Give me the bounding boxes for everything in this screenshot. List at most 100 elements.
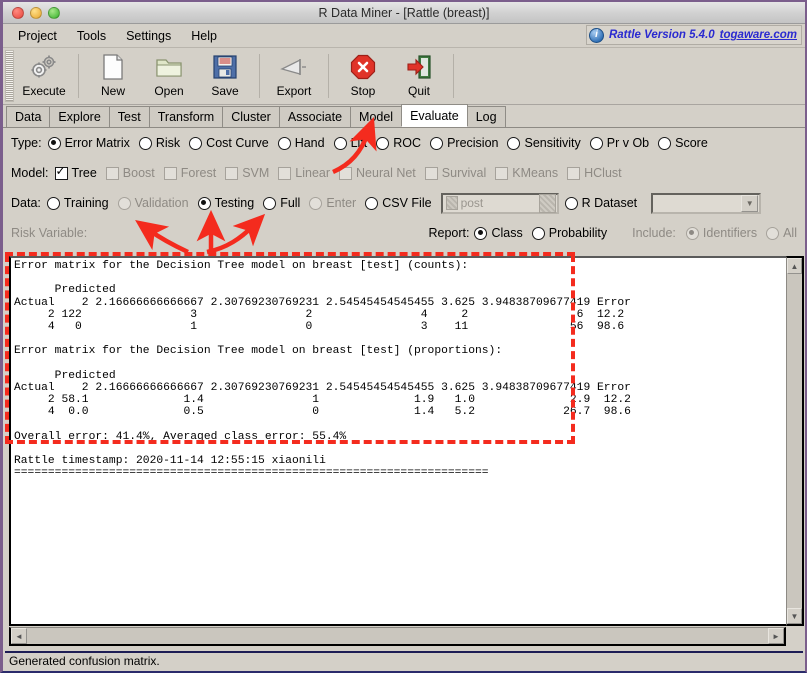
chevron-down-icon: ▼: [741, 194, 759, 212]
checkbox-icon[interactable]: [54, 165, 68, 180]
model-option-label: Boost: [122, 166, 155, 180]
toolbar-separator: [78, 54, 79, 98]
type-option-label: Lift: [350, 136, 368, 150]
export-button[interactable]: Export: [266, 48, 322, 104]
radio-icon[interactable]: [589, 136, 603, 150]
include-option-label: All: [783, 226, 797, 240]
menu-bar: Project Tools Settings Help i Rattle Ver…: [3, 24, 805, 48]
model-row-label: Model:: [11, 166, 49, 180]
report-option-class[interactable]: Class: [474, 226, 523, 240]
type-option-sensitivity[interactable]: Sensitivity: [507, 136, 581, 150]
type-option-cost-curve[interactable]: Cost Curve: [189, 136, 269, 150]
toolbar-separator-2: [259, 54, 260, 98]
menu-tools[interactable]: Tools: [68, 27, 115, 45]
scroll-right-button[interactable]: ►: [768, 628, 784, 644]
data-option-testing[interactable]: Testing: [197, 196, 254, 210]
risk-variable-row: Risk Variable: Report: Class Probability…: [3, 218, 805, 248]
menu-project[interactable]: Project: [9, 27, 66, 45]
save-button[interactable]: Save: [197, 48, 253, 104]
model-option-label: Survival: [441, 166, 487, 180]
radio-icon[interactable]: [365, 196, 379, 210]
type-row: Type: Error Matrix Risk Cost Curve Hand …: [3, 128, 805, 158]
tab-cluster[interactable]: Cluster: [222, 106, 280, 127]
type-option-score[interactable]: Score: [658, 136, 708, 150]
scroll-up-button[interactable]: ▲: [787, 258, 802, 274]
vertical-scrollbar[interactable]: ▲ ▼: [786, 256, 804, 626]
type-option-error-matrix[interactable]: Error Matrix: [47, 136, 130, 150]
checkbox-icon: [567, 166, 581, 180]
tab-transform[interactable]: Transform: [148, 106, 224, 127]
output-textarea[interactable]: Error matrix for the Decision Tree model…: [9, 256, 786, 626]
menu-help[interactable]: Help: [182, 27, 226, 45]
togaware-link[interactable]: togaware.com: [720, 29, 797, 41]
radio-icon[interactable]: [474, 226, 488, 240]
radio-icon: [685, 226, 699, 240]
execute-button[interactable]: Execute: [16, 48, 72, 104]
data-option-training[interactable]: Training: [46, 196, 109, 210]
type-option-roc[interactable]: ROC: [376, 136, 421, 150]
tab-data[interactable]: Data: [6, 106, 51, 127]
tab-associate[interactable]: Associate: [278, 106, 352, 127]
tab-model[interactable]: Model: [350, 106, 403, 127]
type-option-risk[interactable]: Risk: [138, 136, 181, 150]
radio-icon[interactable]: [189, 136, 203, 150]
type-row-label: Type:: [11, 136, 42, 150]
type-option-label: Risk: [155, 136, 181, 150]
radio-icon[interactable]: [564, 196, 578, 210]
scroll-left-button[interactable]: ◄: [11, 628, 27, 644]
horizontal-scroll-track[interactable]: [27, 628, 768, 644]
toolbar-drag-handle[interactable]: [5, 50, 14, 102]
radio-icon[interactable]: [333, 136, 347, 150]
menu-settings[interactable]: Settings: [117, 27, 180, 45]
checkbox-icon: [105, 166, 119, 180]
type-option-hand[interactable]: Hand: [277, 136, 325, 150]
type-option-label: Error Matrix: [64, 136, 130, 150]
model-option-hclust: HClust: [567, 166, 622, 180]
open-button[interactable]: Open: [141, 48, 197, 104]
data-option-csv-file[interactable]: CSV File: [365, 196, 432, 210]
vertical-scroll-track[interactable]: [787, 274, 802, 608]
report-option-probability[interactable]: Probability: [531, 226, 607, 240]
tab-evaluate[interactable]: Evaluate: [401, 104, 468, 127]
tab-log[interactable]: Log: [466, 106, 506, 127]
include-label: Include:: [632, 226, 676, 240]
data-row: Data: Training Validation Testing Full E…: [3, 188, 805, 218]
output-text: Error matrix for the Decision Tree model…: [14, 260, 631, 480]
radio-icon[interactable]: [263, 196, 277, 210]
type-option-label: Score: [675, 136, 708, 150]
type-option-label: ROC: [393, 136, 422, 150]
model-option-forest: Forest: [163, 166, 216, 180]
stop-sign-icon: [350, 52, 376, 82]
tab-bar: Data Explore Test Transform Cluster Asso…: [3, 104, 805, 128]
model-option-tree[interactable]: Tree: [54, 165, 97, 180]
radio-icon[interactable]: [47, 136, 61, 150]
type-option-pr-v-ob[interactable]: Pr v Ob: [589, 136, 649, 150]
radio-icon: [309, 196, 323, 210]
radio-icon[interactable]: [277, 136, 291, 150]
radio-icon[interactable]: [376, 136, 390, 150]
type-option-lift[interactable]: Lift: [333, 136, 368, 150]
scroll-down-button[interactable]: ▼: [787, 608, 802, 624]
data-option-r-dataset[interactable]: R Dataset: [564, 196, 638, 210]
toolbar-separator-4: [453, 54, 454, 98]
tab-explore[interactable]: Explore: [49, 106, 110, 127]
output-area: Error matrix for the Decision Tree model…: [9, 256, 804, 646]
radio-icon[interactable]: [531, 226, 545, 240]
quit-button[interactable]: Quit: [391, 48, 447, 104]
type-option-precision[interactable]: Precision: [430, 136, 498, 150]
window-title: R Data Miner - [Rattle (breast)]: [318, 5, 490, 20]
radio-icon[interactable]: [138, 136, 152, 150]
radio-icon[interactable]: [197, 196, 211, 210]
status-message: Generated confusion matrix.: [9, 654, 160, 668]
tab-test[interactable]: Test: [108, 106, 150, 127]
stop-button[interactable]: Stop: [335, 48, 391, 104]
new-button[interactable]: New: [85, 48, 141, 104]
radio-icon[interactable]: [430, 136, 444, 150]
radio-icon[interactable]: [46, 196, 60, 210]
stop-button-label: Stop: [350, 84, 376, 98]
data-option-label: R Dataset: [581, 196, 638, 210]
radio-icon[interactable]: [658, 136, 672, 150]
horizontal-scrollbar[interactable]: ◄ ►: [9, 627, 786, 646]
data-option-full[interactable]: Full: [263, 196, 300, 210]
radio-icon[interactable]: [507, 136, 521, 150]
